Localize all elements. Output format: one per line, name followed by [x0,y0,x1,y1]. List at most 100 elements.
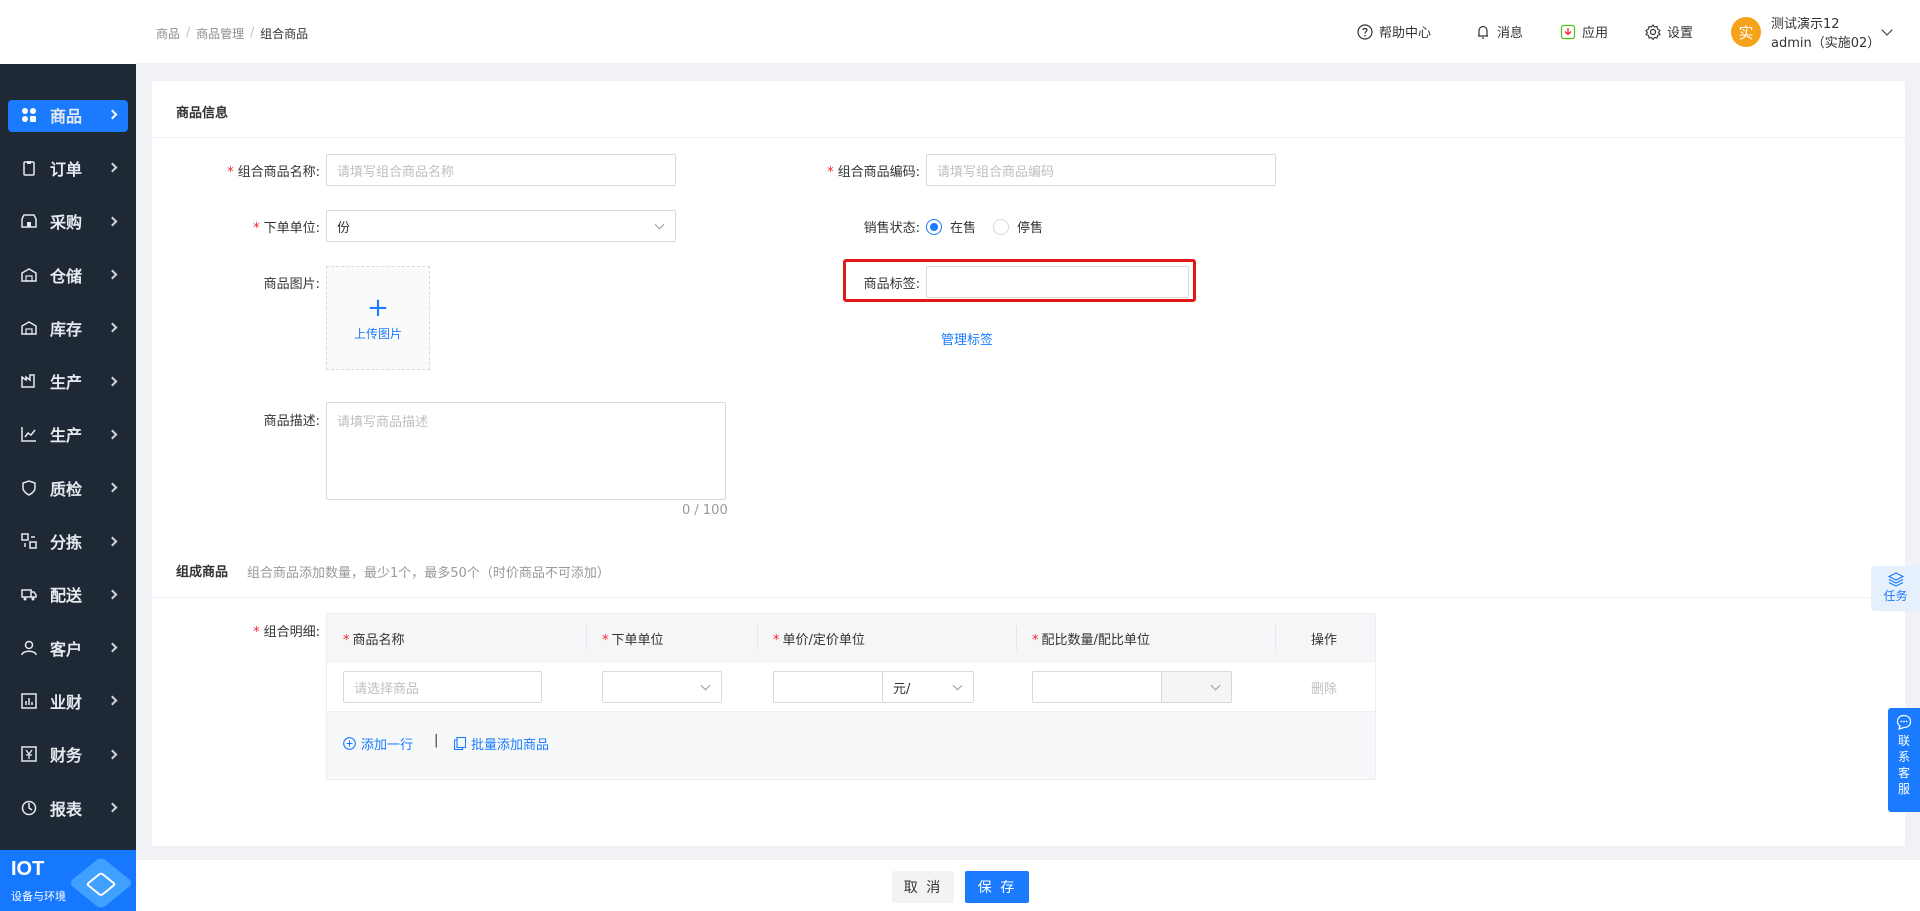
breadcrumb-separator: / [186,25,191,39]
sidebar-item-label: 质检 [50,479,83,499]
sidebar-item-production-2[interactable]: 生产 [0,408,136,461]
app-icon [1560,24,1576,40]
breadcrumb-item-goods-management[interactable]: 商品管理 [196,25,244,42]
order-unit-value: 份 [337,220,351,236]
sidebar-item-sorting[interactable]: 分拣 [0,514,136,567]
settings-label: 设置 [1667,26,1694,41]
shield-icon [20,479,38,497]
sale-status-label: 销售状态: [863,221,920,236]
column-header-order-unit: * 下单单位 [602,633,664,648]
chevron-right-icon [107,536,118,546]
product-code-input[interactable]: 请填写组合商品编码 [926,154,1276,186]
ratio-quantity-input[interactable] [1032,671,1162,703]
code-label: * 组合商品编码: [810,161,920,180]
status-on-radio[interactable]: 在售 [926,217,976,236]
footer-bar: 取 消 保 存 [136,859,1920,911]
column-divider [1016,626,1017,650]
required-mark: * [253,625,260,640]
sidebar-item-quality[interactable]: 质检 [0,461,136,514]
apps-button[interactable]: 应用 [1560,22,1608,41]
sidebar-item-label: 仓储 [50,266,83,286]
select-product-input[interactable]: 请选择商品 [343,671,542,703]
sidebar-item-label: 分拣 [50,533,83,553]
chevron-down-icon [654,219,665,230]
row-order-unit-select[interactable] [602,671,722,703]
logo-area [0,0,136,64]
sidebar-item-reports[interactable]: 报表 [0,781,136,834]
iot-entry[interactable]: IOT 设备与环境 [0,850,136,911]
breadcrumb-item-current: 组合商品 [260,27,309,41]
status-off-radio[interactable]: 停售 [993,217,1043,236]
contact-label-char: 客 [1897,766,1910,780]
bell-icon [1475,24,1491,40]
sidebar-item-label: 商品 [50,106,83,126]
delete-row-button[interactable]: 删除 [1311,678,1337,697]
plus-icon: + [367,293,389,323]
avatar[interactable]: 实 [1731,17,1761,47]
sidebar-item-label: 客户 [50,639,83,659]
unit-label: * 下单单位: [210,217,320,236]
top-bar: 商品 / 商品管理 / 组合商品 帮助中心 消息 应用 设置 [136,0,1920,64]
store-icon [20,212,38,230]
product-description-textarea[interactable]: 请填写商品描述 [326,402,726,500]
chart-icon [20,425,38,443]
sidebar-item-business-finance[interactable]: 业财 [0,674,136,727]
chevron-down-icon [700,680,711,691]
user-org[interactable]: admin（实施02） [1771,32,1880,51]
cancel-button[interactable]: 取 消 [892,871,954,903]
user-name[interactable]: 测试演示12 [1771,13,1840,32]
column-divider [1275,626,1276,650]
user-icon [20,639,38,657]
sidebar-menu: 商品 订单 采购 仓储 库存 生产 生产 质检 分拣 配送 客户 业财 财务 报… [0,88,136,834]
help-icon [1357,23,1373,40]
layers-icon [1871,571,1920,587]
unit-price-input[interactable] [773,671,883,703]
price-unit-select[interactable]: 元/ [882,671,974,703]
divider [152,597,1905,598]
bar-chart-icon [20,692,38,710]
breadcrumb-separator: / [250,25,255,39]
plus-circle-icon [343,737,356,750]
sidebar-item-purchase[interactable]: 采购 [0,195,136,248]
sort-icon [20,532,38,550]
status-on-label: 在售 [950,221,977,236]
sidebar-item-goods[interactable]: 商品 [0,88,136,141]
messages-button[interactable]: 消息 [1475,22,1523,41]
add-row-button[interactable]: 添加一行 [343,734,413,753]
breadcrumb-item-goods[interactable]: 商品 [156,25,180,42]
sidebar-item-label: 库存 [50,319,83,339]
radio-dot [993,218,1009,235]
upload-image-label: 上传图片 [353,327,402,341]
sidebar-item-orders[interactable]: 订单 [0,141,136,194]
save-button[interactable]: 保 存 [965,871,1029,903]
detail-label-text: 组合明细: [263,625,320,640]
chevron-right-icon [107,376,118,387]
order-unit-select[interactable]: 份 [326,210,676,242]
ratio-unit-select[interactable] [1161,671,1232,703]
sidebar-item-storage[interactable]: 仓储 [0,248,136,301]
upload-image-button[interactable]: + 上传图片 [326,266,430,370]
manage-tags-link[interactable]: 管理标签 [941,329,993,348]
column-header-ratio: * 配比数量/配比单位 [1032,633,1150,648]
contact-service-button[interactable]: 联 系 客 服 [1888,708,1920,812]
settings-button[interactable]: 设置 [1645,22,1693,41]
column-divider [757,626,758,650]
sidebar-item-finance[interactable]: 财务 [0,728,136,781]
sidebar-item-inventory[interactable]: 库存 [0,301,136,354]
batch-add-button[interactable]: 批量添加商品 [454,734,549,753]
product-name-input[interactable]: 请填写组合商品名称 [326,154,676,186]
sidebar-item-production[interactable]: 生产 [0,354,136,407]
column-divider [586,626,587,650]
task-float-button[interactable]: 任务 [1871,566,1920,611]
sidebar-item-label: 生产 [50,426,83,446]
divider [152,137,1905,138]
gear-icon [1645,23,1661,40]
sidebar-item-delivery[interactable]: 配送 [0,568,136,621]
help-center-button[interactable]: 帮助中心 [1357,22,1431,41]
chevron-right-icon [107,216,118,227]
chevron-right-icon [107,109,118,120]
sidebar-item-label: 配送 [50,586,83,606]
chevron-down-icon [952,680,963,691]
sidebar-item-label: 业财 [50,692,83,712]
sidebar-item-customers[interactable]: 客户 [0,621,136,674]
